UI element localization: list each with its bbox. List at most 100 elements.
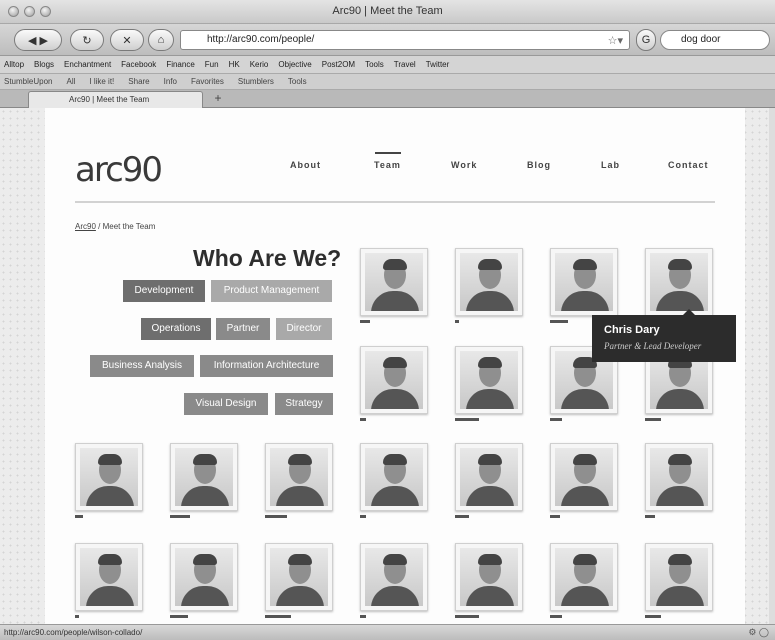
filter-tag-operations[interactable]: Operations — [141, 318, 211, 340]
team-member-photo[interactable] — [75, 543, 143, 611]
reload-icon: ↻ — [82, 34, 92, 47]
team-member-name-caption[interactable] — [455, 320, 459, 323]
team-member-name-caption[interactable] — [360, 418, 366, 421]
team-member-name-caption[interactable] — [170, 615, 188, 618]
team-member-photo[interactable] — [455, 543, 523, 611]
bookmark-item[interactable]: Objective — [278, 60, 311, 69]
nav-link-blog[interactable]: Blog — [527, 160, 551, 170]
team-member-photo[interactable] — [170, 543, 238, 611]
team-member-photo[interactable] — [455, 346, 523, 414]
bookmark-item[interactable]: Enchantment — [64, 60, 111, 69]
filter-tag-business-analysis[interactable]: Business Analysis — [90, 355, 194, 377]
filter-tag-strategy[interactable]: Strategy — [275, 393, 333, 415]
filter-tag-partner[interactable]: Partner — [216, 318, 270, 340]
bookmark-item[interactable]: Fun — [205, 60, 219, 69]
filter-tag-visual-design[interactable]: Visual Design — [184, 393, 268, 415]
breadcrumb: Arc90 / Meet the Team — [75, 222, 155, 231]
team-member-photo[interactable] — [360, 543, 428, 611]
team-member-photo[interactable] — [170, 443, 238, 511]
nav-link-about[interactable]: About — [290, 160, 321, 170]
toolbar2-item[interactable]: Tools — [288, 77, 307, 86]
bookmark-item[interactable]: Travel — [394, 60, 416, 69]
team-member-name-caption[interactable] — [360, 515, 366, 518]
team-member-photo[interactable] — [360, 443, 428, 511]
toolbar2-item[interactable]: Stumblers — [238, 77, 274, 86]
toolbar2-item[interactable]: All — [66, 77, 75, 86]
team-member-name-caption[interactable] — [455, 515, 469, 518]
team-member-name-caption[interactable] — [550, 515, 560, 518]
team-member-photo[interactable] — [75, 443, 143, 511]
new-tab-button[interactable]: + — [210, 92, 226, 106]
team-member-name-caption[interactable] — [645, 515, 655, 518]
status-bar: http://arc90.com/people/wilson-collado/ … — [0, 624, 775, 640]
bookmark-item[interactable]: Kerio — [250, 60, 269, 69]
bookmark-star-icon[interactable]: ☆▾ — [608, 32, 623, 50]
team-member-photo[interactable] — [645, 543, 713, 611]
toolbar2-item[interactable]: StumbleUpon — [4, 77, 52, 86]
team-member-name-caption[interactable] — [455, 418, 479, 421]
header-divider — [75, 201, 715, 203]
team-member-photo[interactable] — [360, 248, 428, 316]
team-member-name-caption[interactable] — [550, 615, 562, 618]
search-engine-button[interactable]: G — [636, 29, 656, 51]
toolbar2-item[interactable]: Favorites — [191, 77, 224, 86]
forward-arrow-icon[interactable]: ▶ — [40, 34, 48, 47]
stop-button[interactable]: ✕ — [110, 29, 144, 51]
nav-link-contact[interactable]: Contact — [668, 160, 709, 170]
address-bar[interactable]: http://arc90.com/people/ ☆▾ — [180, 30, 630, 50]
status-text: http://arc90.com/people/wilson-collado/ — [4, 628, 143, 637]
bookmark-item[interactable]: Twitter — [426, 60, 450, 69]
team-member-name-caption[interactable] — [265, 615, 291, 618]
team-member-name-caption[interactable] — [265, 515, 287, 518]
search-input[interactable]: dog door — [660, 30, 770, 50]
filter-tag-product-management[interactable]: Product Management — [211, 280, 332, 302]
toolbar2-item[interactable]: I like it! — [89, 77, 114, 86]
team-member-name-caption[interactable] — [360, 320, 370, 323]
back-arrow-icon[interactable]: ◀ — [28, 34, 36, 47]
team-member-name-caption[interactable] — [75, 615, 79, 618]
team-member-photo[interactable] — [645, 443, 713, 511]
vertical-scrollbar[interactable] — [769, 108, 775, 624]
team-member-name-caption[interactable] — [645, 615, 661, 618]
url-text[interactable]: http://arc90.com/people/ — [207, 34, 314, 45]
team-member-name-caption[interactable] — [75, 515, 83, 518]
bookmark-item[interactable]: Facebook — [121, 60, 156, 69]
site-logo[interactable]: arc90 — [75, 150, 163, 190]
team-member-photo[interactable] — [265, 543, 333, 611]
filter-tag-information-architecture[interactable]: Information Architecture — [200, 355, 333, 377]
team-member-name-caption[interactable] — [645, 418, 661, 421]
bookmark-item[interactable]: Blogs — [34, 60, 54, 69]
nav-link-work[interactable]: Work — [451, 160, 477, 170]
toolbar2-item[interactable]: Share — [128, 77, 149, 86]
team-member-photo[interactable] — [265, 443, 333, 511]
back-forward-button[interactable]: ◀ ▶ — [14, 29, 62, 51]
team-member-name-caption[interactable] — [360, 615, 366, 618]
bookmark-item[interactable]: Tools — [365, 60, 384, 69]
tab-active[interactable]: Arc90 | Meet the Team — [28, 91, 203, 108]
team-member-photo[interactable] — [550, 443, 618, 511]
team-member-photo[interactable] — [550, 248, 618, 316]
team-member-photo[interactable] — [455, 443, 523, 511]
team-member-photo[interactable] — [645, 248, 713, 316]
bookmark-item[interactable]: HK — [229, 60, 240, 69]
bookmark-item[interactable]: Alltop — [4, 60, 24, 69]
team-member-photo[interactable] — [550, 543, 618, 611]
team-member-name-caption[interactable] — [170, 515, 190, 518]
home-button[interactable]: ⌂ — [148, 29, 174, 51]
breadcrumb-home-link[interactable]: Arc90 — [75, 222, 96, 231]
team-member-photo[interactable] — [360, 346, 428, 414]
filter-tag-director[interactable]: Director — [276, 318, 332, 340]
team-member-name-caption[interactable] — [550, 320, 568, 323]
filter-tag-development[interactable]: Development — [123, 280, 205, 302]
stop-icon: ✕ — [122, 34, 132, 47]
bookmark-item[interactable]: Post2OM — [322, 60, 355, 69]
nav-link-team[interactable]: Team — [374, 160, 401, 170]
team-member-name-caption[interactable] — [550, 418, 562, 421]
search-value[interactable]: dog door — [681, 34, 720, 45]
team-member-name-caption[interactable] — [455, 615, 479, 618]
bookmark-item[interactable]: Finance — [166, 60, 194, 69]
toolbar2-item[interactable]: Info — [164, 77, 177, 86]
team-member-photo[interactable] — [455, 248, 523, 316]
reload-button[interactable]: ↻ — [70, 29, 104, 51]
nav-link-lab[interactable]: Lab — [601, 160, 620, 170]
